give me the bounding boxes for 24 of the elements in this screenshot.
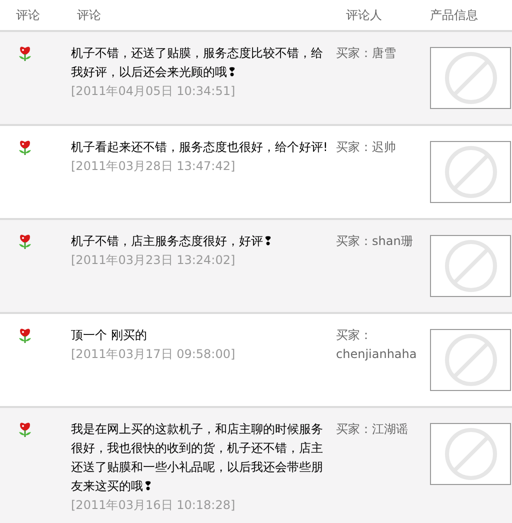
flower-icon <box>17 422 33 438</box>
column-header: 评论人 <box>346 6 383 24</box>
column-header: 评论 <box>16 6 41 24</box>
reviewer-name: 买家：江湖谣 <box>336 422 408 436</box>
column-header: 评论 <box>77 6 102 24</box>
reviewer-name: 买家：chenjianhaha <box>336 328 417 361</box>
comment-text: 机子看起来还不错，服务态度也很好，给个好评! <box>71 139 328 156</box>
flower-icon <box>17 328 33 344</box>
comment-date: [2011年03月23日 13:24:02] <box>71 252 236 269</box>
comment-text: 机子不错，还送了贴膜，服务态度比较不错，给我好评，以后还会来光顾的哦❢ <box>71 45 324 81</box>
flower-icon <box>17 140 33 156</box>
reviewer-name: 买家：shan珊 <box>336 234 413 248</box>
comment-date: [2011年03月28日 13:47:42] <box>71 158 236 175</box>
flower-icon <box>17 234 33 250</box>
comment-date: [2011年03月17日 09:58:00] <box>71 346 236 363</box>
reviewer-name: 买家：唐雪 <box>336 46 396 60</box>
reviewer-name: 买家：迟帅 <box>336 140 396 154</box>
comment-text: 我是在网上买的这款机子，和店主聊的时候服务很好，我也很快的收到的货，机子还不错，店主还送了贴膜和一些小礼品呢，以后我还会带些朋友来这买的哦❢ <box>71 421 324 495</box>
comment-date: [2011年04月05日 10:34:51] <box>71 83 236 100</box>
flower-icon <box>17 46 33 62</box>
comment-date: [2011年03月16日 10:18:28] <box>71 497 236 514</box>
comment-text: 机子不错，店主服务态度很好，好评❢ <box>71 233 274 250</box>
column-header: 产品信息 <box>430 6 479 24</box>
comment-text: 顶一个 刚买的 <box>71 327 148 344</box>
